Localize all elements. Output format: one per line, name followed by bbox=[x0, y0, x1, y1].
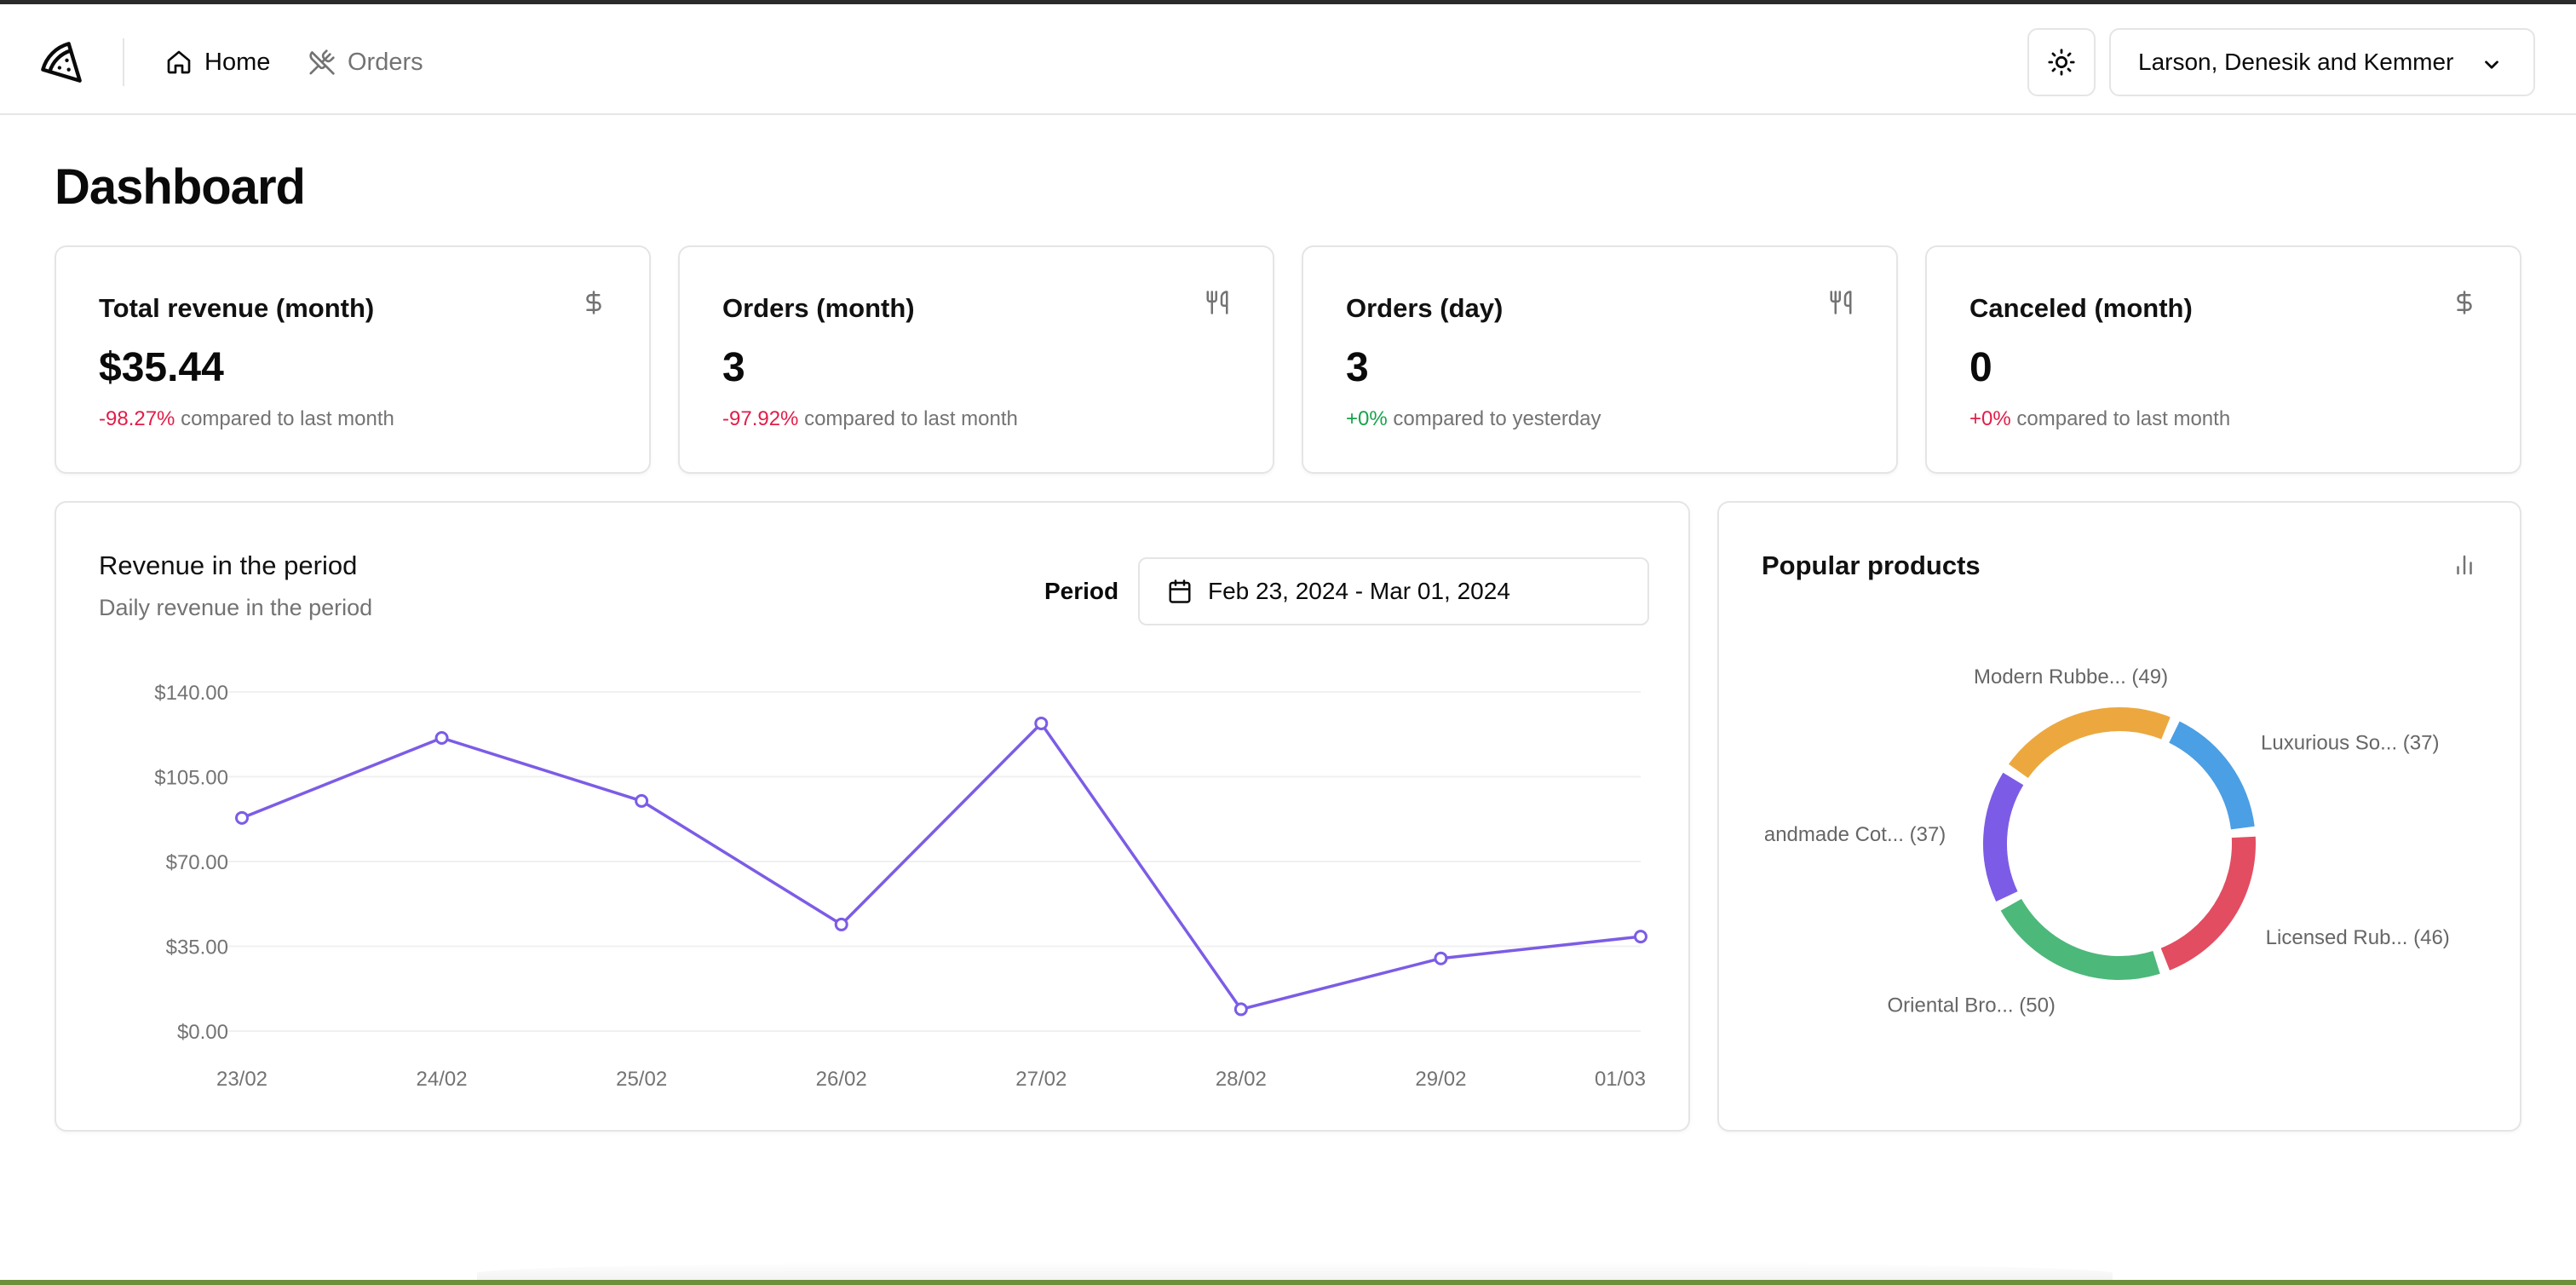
stat-comparison: +0% compared to yesterday bbox=[1346, 407, 1601, 431]
x-tick-label: 29/02 bbox=[1415, 1068, 1466, 1091]
stat-card-total-revenue: Total revenue (month) $35.44 -98.27% com… bbox=[55, 245, 651, 474]
home-icon bbox=[167, 50, 191, 74]
revenue-data-point[interactable] bbox=[1233, 1002, 1248, 1017]
y-tick-label: $105.00 bbox=[154, 767, 228, 790]
x-tick-label: 28/02 bbox=[1216, 1068, 1267, 1091]
revenue-data-point[interactable] bbox=[1434, 951, 1448, 965]
revenue-data-point[interactable] bbox=[434, 731, 449, 746]
nav-home-link[interactable]: Home bbox=[165, 40, 270, 84]
stat-compare-text: compared to last month bbox=[2016, 407, 2231, 430]
donut-slice-label: Licensed Rub... (46) bbox=[2266, 926, 2450, 949]
stat-label: Canceled (month) bbox=[1969, 293, 2193, 323]
dollar-icon bbox=[2457, 291, 2472, 314]
donut-slice-label: Oriental Bro... (50) bbox=[1888, 994, 2056, 1017]
popular-products-card: Popular products Luxurious So... (37) Lic… bbox=[1717, 501, 2521, 1132]
popular-products-donut-chart: Luxurious So... (37) Licensed Rub... (46)… bbox=[1764, 666, 2450, 1017]
utensils-crossed-icon bbox=[309, 49, 335, 75]
utensils-icon bbox=[1206, 291, 1228, 314]
x-tick-label: 27/02 bbox=[1015, 1068, 1067, 1091]
x-tick-label: 23/02 bbox=[216, 1068, 267, 1091]
utensils-icon bbox=[1830, 291, 1852, 314]
donut-slice[interactable] bbox=[1983, 772, 2024, 902]
stat-compare-text: compared to yesterday bbox=[1393, 407, 1601, 430]
stat-value: $35.44 bbox=[99, 345, 224, 390]
stat-compare-text: compared to last month bbox=[181, 407, 394, 430]
stat-comparison: +0% compared to last month bbox=[1969, 407, 2230, 431]
stat-card-orders-month: Orders (month) 3 -97.92% compared to las… bbox=[678, 245, 1274, 474]
header-divider bbox=[123, 38, 124, 86]
nav-home-label: Home bbox=[204, 48, 271, 76]
y-tick-label: $0.00 bbox=[177, 1021, 228, 1044]
y-tick-label: $35.00 bbox=[166, 936, 228, 959]
donut-slice-label: Luxurious So... (37) bbox=[2261, 731, 2439, 754]
donut-slice-label: andmade Cot... (37) bbox=[1764, 823, 1946, 846]
donut-slice[interactable] bbox=[2160, 836, 2256, 971]
nav-orders-label: Orders bbox=[348, 48, 423, 76]
window-bottom-edge bbox=[0, 1280, 2576, 1285]
dollar-icon bbox=[586, 291, 601, 314]
stat-value: 0 bbox=[1969, 345, 1992, 390]
stat-value: 3 bbox=[1346, 345, 1369, 390]
chevron-down-icon bbox=[2485, 61, 2498, 69]
nav-orders-link[interactable]: Orders bbox=[308, 40, 423, 84]
stat-comparison: -98.27% compared to last month bbox=[99, 407, 394, 431]
donut-slice[interactable] bbox=[2000, 898, 2160, 980]
y-tick-label: $140.00 bbox=[154, 682, 228, 705]
stat-diff: +0% bbox=[1346, 407, 1388, 430]
revenue-line-chart: $0.00 $35.00 $70.00 $105.00 $140.00 23/02 24/0… bbox=[154, 682, 1647, 1091]
stat-card-orders-day: Orders (day) 3 +0% compared to yesterday bbox=[1302, 245, 1898, 474]
stat-compare-text: compared to last month bbox=[804, 407, 1018, 430]
revenue-data-point[interactable] bbox=[1034, 716, 1049, 730]
pizza-logo-icon[interactable] bbox=[39, 40, 83, 84]
stat-label: Orders (day) bbox=[1346, 293, 1504, 323]
sun-icon bbox=[2048, 49, 2075, 76]
donut-slice-label: Modern Rubbe... (49) bbox=[1974, 666, 2168, 689]
revenue-data-point[interactable] bbox=[834, 917, 848, 931]
revenue-data-point[interactable] bbox=[1634, 930, 1647, 944]
store-selector-button[interactable]: Larson, Denesik and Kemmer bbox=[2109, 28, 2535, 96]
x-tick-label: 01/03 bbox=[1595, 1068, 1646, 1091]
stat-label: Orders (month) bbox=[722, 293, 915, 323]
revenue-series-line bbox=[241, 722, 1642, 1011]
x-tick-label: 25/02 bbox=[616, 1068, 667, 1091]
stat-value: 3 bbox=[722, 345, 745, 390]
stat-diff: -97.92% bbox=[722, 407, 799, 430]
page-title: Dashboard bbox=[55, 159, 306, 215]
donut-slice[interactable] bbox=[2009, 707, 2171, 779]
y-tick-label: $70.00 bbox=[166, 851, 228, 874]
x-tick-label: 26/02 bbox=[816, 1068, 867, 1091]
x-tick-label: 24/02 bbox=[417, 1068, 468, 1091]
donut-slice[interactable] bbox=[2169, 721, 2255, 830]
top-navigation-bar: Home Orders Larson, Denesik and Kemmer bbox=[0, 4, 2576, 115]
theme-toggle-button[interactable] bbox=[2027, 28, 2096, 96]
stat-comparison: -97.92% compared to last month bbox=[722, 407, 1018, 431]
stat-diff: -98.27% bbox=[99, 407, 175, 430]
revenue-chart-card: Revenue in the period Daily revenue in t… bbox=[55, 501, 1690, 1132]
stat-label: Total revenue (month) bbox=[99, 293, 375, 323]
revenue-data-point[interactable] bbox=[235, 810, 249, 825]
store-name: Larson, Denesik and Kemmer bbox=[2138, 49, 2454, 75]
stat-diff: +0% bbox=[1969, 407, 2011, 430]
revenue-data-point[interactable] bbox=[635, 793, 649, 808]
stat-card-canceled-month: Canceled (month) 0 +0% compared to last … bbox=[1925, 245, 2521, 474]
